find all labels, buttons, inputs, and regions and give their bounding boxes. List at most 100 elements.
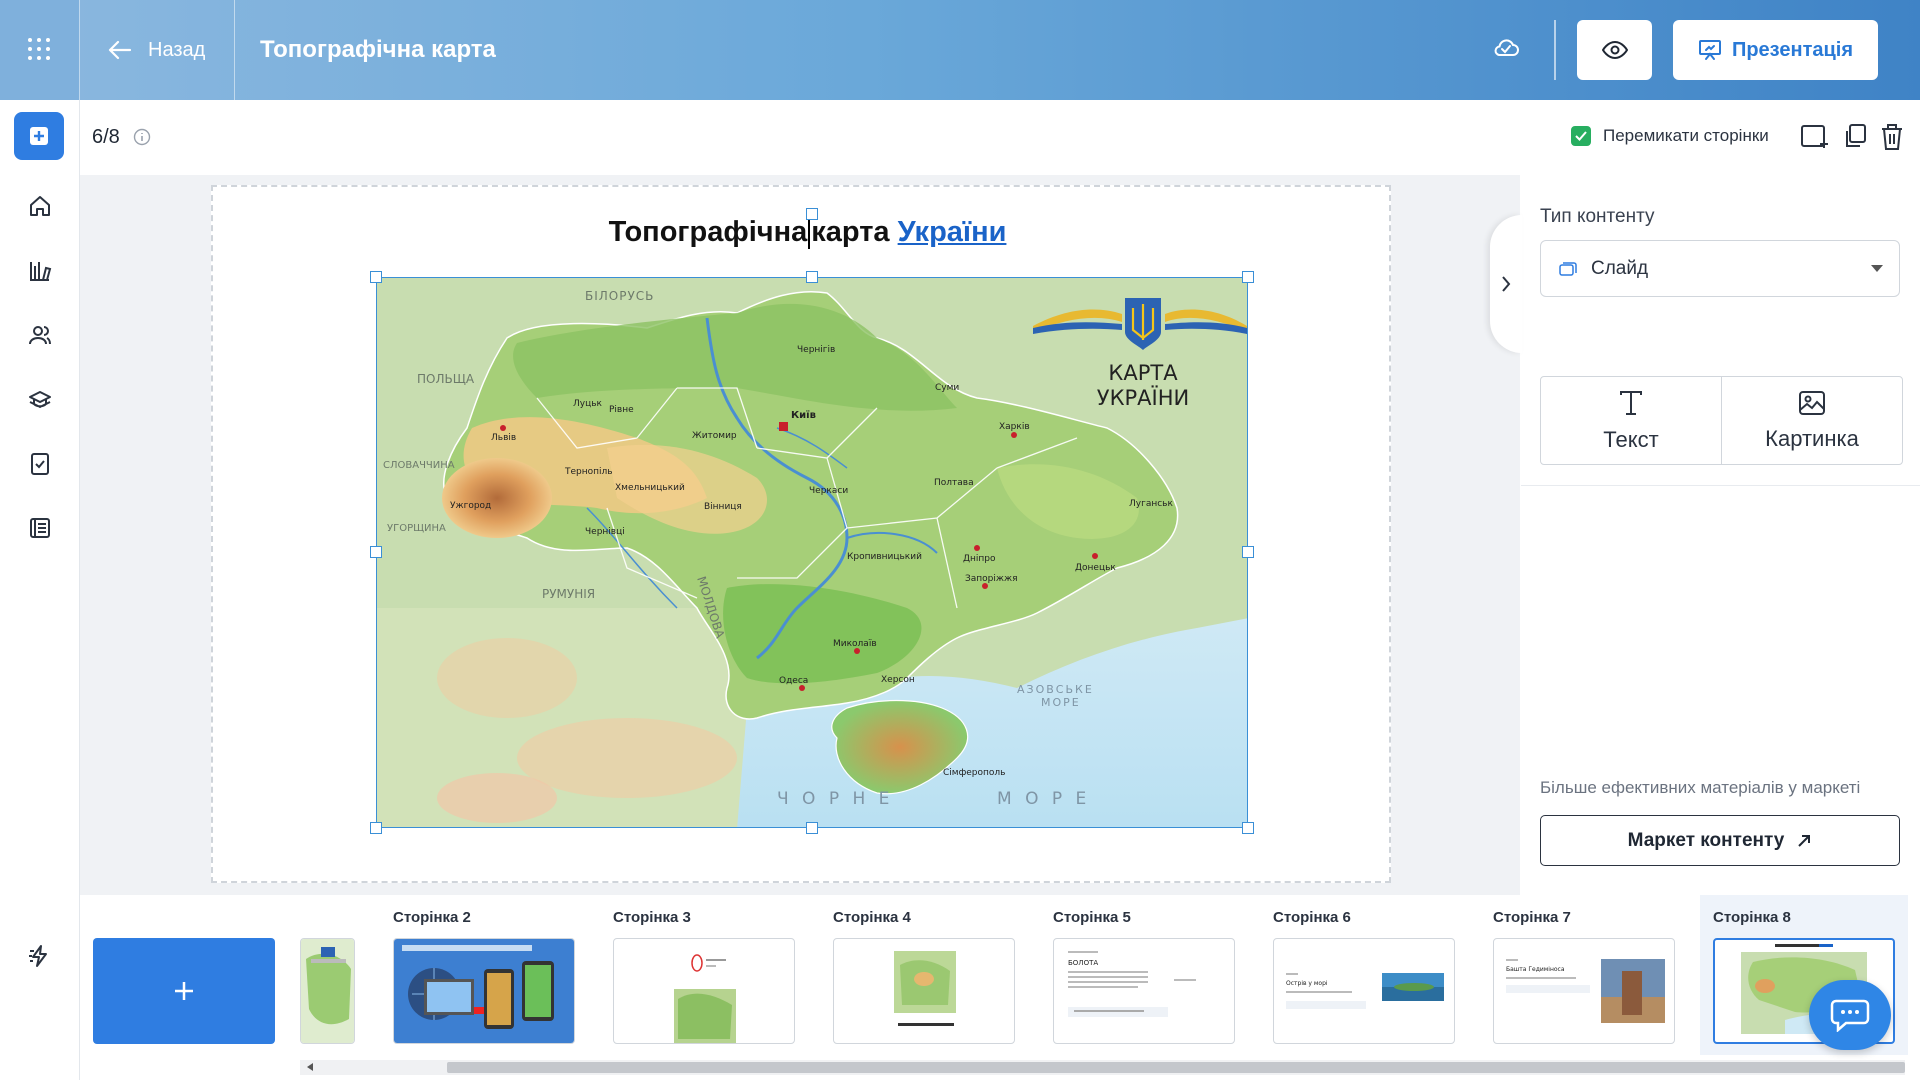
svg-text:М О Р Е: М О Р Е — [997, 789, 1090, 809]
chat-icon — [1830, 999, 1870, 1032]
slide-icon — [1559, 261, 1577, 276]
duplicate-icon[interactable] — [1842, 123, 1868, 151]
page-label-5: Сторінка 5 — [1053, 909, 1131, 926]
svg-text:Тернопіль: Тернопіль — [564, 467, 613, 477]
title-resize-handle[interactable] — [806, 208, 818, 220]
page-thumbnail-3[interactable] — [613, 938, 795, 1044]
resize-handle-se[interactable] — [1242, 822, 1254, 834]
resize-handle-s[interactable] — [806, 822, 818, 834]
back-button[interactable]: Назад — [80, 0, 235, 100]
svg-text:Хмельницький: Хмельницький — [615, 483, 685, 493]
add-page-button[interactable] — [93, 938, 275, 1044]
svg-text:Житомир: Житомир — [692, 431, 737, 441]
svg-text:Острів у морі: Острів у морі — [1286, 980, 1328, 987]
page-thumbnail-4[interactable] — [833, 938, 1015, 1044]
resize-handle-e[interactable] — [1242, 546, 1254, 558]
plus-square-icon — [30, 127, 48, 145]
map-image[interactable]: БІЛОРУСЬ ПОЛЬЩА СЛОВАЧЧИНА УГОРЩИНА РУМУ… — [376, 277, 1248, 828]
page-thumbnail-2[interactable] — [393, 938, 575, 1044]
svg-text:УГОРЩИНА: УГОРЩИНА — [387, 523, 446, 534]
resize-handle-sw[interactable] — [370, 822, 382, 834]
content-type-select[interactable]: Слайд — [1540, 240, 1900, 297]
svg-text:РУМУНІЯ: РУМУНІЯ — [542, 587, 595, 601]
library-icon[interactable] — [26, 257, 54, 285]
page-label-6: Сторінка 6 — [1273, 909, 1351, 926]
content-type-value: Слайд — [1591, 257, 1649, 279]
page-label-2: Сторінка 2 — [393, 909, 471, 926]
courses-icon[interactable] — [26, 386, 54, 414]
tasks-icon[interactable] — [26, 450, 54, 478]
page-counter: 6/8 — [92, 126, 120, 148]
svg-text:Львів: Львів — [491, 433, 516, 443]
page-thumbnail-7[interactable]: Башта Гедиміноса — [1493, 938, 1675, 1044]
panel-divider — [1521, 485, 1920, 486]
add-page-icon[interactable] — [1800, 123, 1830, 151]
filmstrip-scroll-thumb[interactable] — [447, 1062, 1905, 1073]
svg-text:КАРТА: КАРТА — [1108, 361, 1178, 385]
plus-icon — [175, 982, 193, 1000]
page-thumbnail-1[interactable] — [300, 938, 355, 1044]
market-button-label: Маркет контенту — [1627, 829, 1785, 851]
arrow-left-icon — [108, 40, 132, 60]
students-icon[interactable] — [26, 321, 54, 349]
svg-text:Башта Гедиміноса: Башта Гедиміноса — [1506, 966, 1565, 973]
resize-handle-n[interactable] — [806, 271, 818, 283]
scroll-left-arrow-icon[interactable] — [307, 1063, 313, 1071]
trash-icon[interactable] — [1880, 123, 1904, 151]
image-icon — [1799, 390, 1825, 415]
svg-text:Дніпро: Дніпро — [963, 554, 996, 564]
svg-text:Суми: Суми — [935, 383, 959, 393]
text-button-label: Текст — [1603, 426, 1659, 452]
page-thumbnail-6[interactable]: Острів у морі — [1273, 938, 1455, 1044]
slide-title[interactable]: Топографічна карта України — [0, 216, 1615, 250]
svg-text:Чернігів: Чернігів — [797, 345, 835, 355]
resize-handle-w[interactable] — [370, 546, 382, 558]
quick-actions-icon[interactable] — [26, 942, 54, 970]
svg-text:Сімферополь: Сімферополь — [943, 768, 1005, 778]
check-icon — [1575, 131, 1587, 141]
chat-support-button[interactable] — [1809, 980, 1891, 1050]
svg-text:Вінниця: Вінниця — [704, 502, 742, 512]
apps-grid-icon — [28, 38, 50, 60]
svg-text:Ужгород: Ужгород — [450, 501, 491, 511]
slide-title-link[interactable]: України — [898, 216, 1007, 248]
collapse-panel-button[interactable] — [1490, 215, 1522, 353]
journal-icon[interactable] — [26, 514, 54, 542]
svg-text:Миколаїв: Миколаїв — [833, 639, 877, 649]
content-type-buttons: Текст Картинка — [1540, 376, 1903, 465]
info-icon[interactable] — [133, 128, 151, 146]
text-icon — [1620, 390, 1642, 415]
svg-text:Херсон: Херсон — [881, 675, 915, 685]
svg-text:Донецьк: Донецьк — [1075, 563, 1116, 573]
text-button[interactable]: Текст — [1541, 377, 1721, 464]
page-label-7: Сторінка 7 — [1493, 909, 1571, 926]
switch-pages-checkbox[interactable] — [1571, 126, 1591, 146]
svg-text:АЗОВСЬКЕ: АЗОВСЬКЕ — [1017, 683, 1094, 696]
apps-menu-button[interactable] — [0, 0, 80, 100]
svg-text:Черкаси: Черкаси — [809, 486, 848, 496]
svg-text:Київ: Київ — [791, 409, 816, 421]
page-thumbnail-5[interactable]: БОЛОТА — [1053, 938, 1235, 1044]
presentation-button[interactable]: Презентація — [1673, 20, 1878, 80]
page-label-3: Сторінка 3 — [613, 909, 691, 926]
market-note: Більше ефективних матеріалів у маркеті — [1540, 778, 1861, 797]
switch-pages-toggle[interactable]: Перемикати сторінки — [1571, 126, 1769, 146]
svg-text:Луцьк: Луцьк — [573, 399, 603, 409]
top-divider — [1554, 20, 1556, 80]
page-label-4: Сторінка 4 — [833, 909, 911, 926]
content-market-button[interactable]: Маркет контенту — [1540, 815, 1900, 866]
resize-handle-nw[interactable] — [370, 271, 382, 283]
image-button[interactable]: Картинка — [1721, 377, 1902, 464]
content-type-label: Тип контенту — [1540, 206, 1655, 227]
svg-text:МОРЕ: МОРЕ — [1041, 696, 1081, 709]
svg-text:Запоріжжя: Запоріжжя — [965, 574, 1018, 584]
svg-text:ПОЛЬЩА: ПОЛЬЩА — [417, 372, 475, 386]
back-label: Назад — [148, 38, 206, 61]
svg-text:Харків: Харків — [999, 422, 1030, 432]
svg-text:Полтава: Полтава — [934, 478, 974, 488]
resize-handle-ne[interactable] — [1242, 271, 1254, 283]
image-button-label: Картинка — [1765, 425, 1859, 451]
preview-button[interactable] — [1577, 20, 1652, 80]
external-arrow-icon — [1798, 834, 1811, 847]
create-button[interactable] — [14, 112, 64, 160]
